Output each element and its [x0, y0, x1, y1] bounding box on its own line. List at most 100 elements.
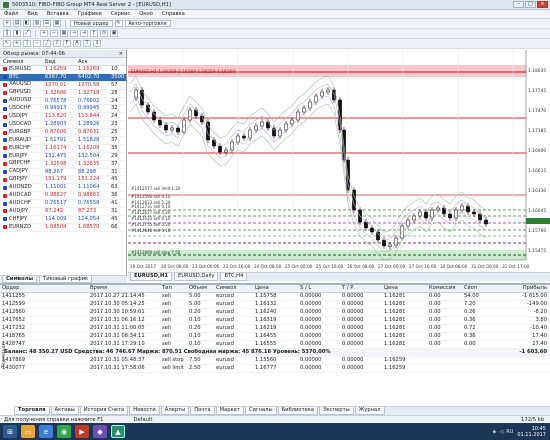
terminal-column[interactable]: Цена	[382, 285, 427, 292]
order-row[interactable]: 1417232 2017.10.31 11:00:05 sell 0.20 eurusd…	[0, 325, 550, 333]
templates-icon[interactable]: ▣	[110, 30, 118, 37]
terminal-tab-4[interactable]: Алерты	[160, 407, 190, 415]
order-label[interactable]: #1412731 sell 0.10	[131, 204, 171, 209]
minimize-button[interactable]: –	[513, 1, 524, 8]
terminal-tab-2[interactable]: История Счета	[79, 407, 129, 415]
terminal-column[interactable]: S / L	[298, 285, 340, 292]
menu-item-5[interactable]: Окно	[139, 11, 153, 17]
order-label[interactable]: #1412590 sell 0.10	[131, 194, 171, 199]
indicators-icon[interactable]: ƒ	[90, 30, 98, 37]
volume-icon[interactable]: ◁	[499, 429, 503, 435]
menu-item-2[interactable]: Вставка	[47, 11, 69, 17]
order-label[interactable]: #1412869 sell stop 7.50	[131, 250, 181, 255]
market-watch-icon[interactable]: ◧	[23, 20, 31, 27]
zoom-in-icon[interactable]: +	[40, 30, 48, 37]
metaeditor-icon[interactable]: ✎	[114, 20, 123, 27]
chart-shift-icon[interactable]: ⇥	[80, 30, 88, 37]
clock-date[interactable]: 01.11.2017	[517, 432, 546, 438]
order-row[interactable]: 1418765 2017.10.31 08:34:11 sell 0.10 eurusd…	[0, 333, 550, 341]
arrows-icon[interactable]: ↕	[93, 40, 101, 47]
explorer-icon[interactable]: ▭	[21, 425, 35, 438]
candle-chart-icon[interactable]: ▮	[13, 30, 21, 37]
chrome-icon[interactable]: ◉	[57, 425, 71, 438]
menu-item-0[interactable]: Файл	[4, 11, 18, 17]
terminal-tab-9[interactable]: Эксперты	[319, 407, 354, 415]
terminal-column[interactable]: Прибыль	[497, 285, 550, 292]
line-chart-icon[interactable]: ╱	[23, 30, 31, 37]
terminal-column[interactable]: Цена	[253, 285, 298, 292]
market-watch-row[interactable]: EURNZD 1.68504 1.68570 66	[0, 224, 126, 232]
terminal-column[interactable]: Тип	[160, 285, 187, 292]
app-icon[interactable]: ◆	[93, 425, 107, 438]
cursor-icon[interactable]: ↖	[3, 40, 11, 47]
menu-item-1[interactable]: Вид	[27, 11, 38, 17]
column-bid[interactable]: Бид	[42, 58, 75, 65]
menu-item-6[interactable]: Справка	[162, 11, 185, 17]
lang-indicator[interactable]: RU	[506, 429, 513, 435]
terminal-column[interactable]: Ордер	[0, 285, 88, 292]
price-chart[interactable]: 1.18035 1.17745 1.17470 1.17185 1.16900 1.166…	[128, 50, 550, 272]
chart-tab-btc-h4[interactable]: BTC,H4	[220, 273, 248, 281]
trendline-icon[interactable]: ╱	[43, 40, 51, 47]
order-row[interactable]: 1428747 2017.10.31 17:29:10 sell 0.10 eurusd…	[0, 341, 550, 349]
network-icon[interactable]: ◈	[493, 429, 497, 435]
order-label[interactable]: #1412848 sell 0.10	[131, 228, 171, 233]
close-button[interactable]: ×	[537, 1, 548, 8]
data-window-icon[interactable]: ▥	[33, 20, 41, 27]
horizontal-line-icon[interactable]: ─	[33, 40, 41, 47]
order-label[interactable]: #1412627 sell 5.20	[131, 210, 171, 215]
tab-tick-chart[interactable]: Тиковый график	[39, 276, 93, 283]
terminal-column[interactable]: Своп	[462, 285, 497, 292]
terminal-column[interactable]: Комиссия	[427, 285, 462, 292]
terminal-tab-5[interactable]: Почта	[190, 407, 215, 415]
maximize-button[interactable]: □	[525, 1, 536, 8]
channel-icon[interactable]: ⫽	[53, 40, 61, 47]
menu-item-4[interactable]: Сервис	[111, 11, 130, 17]
media-icon[interactable]: ▶	[75, 425, 89, 438]
terminal-column[interactable]: Символ	[214, 285, 253, 292]
order-row[interactable]: 1411255 2017.10.27 21:14:45 sell 5.00 eurusd…	[0, 293, 550, 301]
column-symbol[interactable]: Символ	[0, 58, 42, 65]
order-label[interactable]: #1412633 sell 0.10	[131, 216, 171, 221]
text-icon[interactable]: A	[73, 40, 81, 47]
terminal-tab-0[interactable]: Торговля	[14, 407, 50, 415]
bar-chart-icon[interactable]: ┃	[3, 30, 11, 37]
terminal-tab-10[interactable]: Журнал	[354, 407, 385, 415]
autoscroll-icon[interactable]: →	[70, 30, 78, 37]
menu-item-3[interactable]: Графики	[78, 11, 102, 17]
navigator-icon[interactable]: ☰	[43, 20, 51, 27]
terminal-tab-1[interactable]: Активы	[50, 407, 79, 415]
crosshair-icon[interactable]: +	[13, 40, 21, 47]
order-row[interactable]: 1417869 2017.10.31 05:48:37 sell stop 7.50 e…	[0, 357, 550, 365]
close-icon[interactable]: ×	[119, 51, 123, 57]
tile-icon[interactable]: ▦	[60, 30, 68, 37]
tab-symbols[interactable]: Символы	[2, 276, 38, 283]
order-label[interactable]: #1412755 sell 0.20	[131, 222, 171, 227]
terminal-column[interactable]: Объем	[187, 285, 214, 292]
terminal-tab-8[interactable]: Библиотека	[277, 407, 319, 415]
new-chart-icon[interactable]: +	[3, 20, 11, 27]
terminal-column[interactable]: T / P	[340, 285, 382, 292]
autotrading-button[interactable]: Авто-торговля	[124, 20, 171, 27]
terminal-tab-3[interactable]: Новости	[129, 407, 160, 415]
chart-tab-eurusd-daily[interactable]: EURUSD,Daily	[173, 273, 219, 281]
column-spread[interactable]	[108, 58, 126, 65]
terminal-app-icon[interactable]: ▲	[111, 425, 125, 438]
profiles-icon[interactable]: ▤	[13, 20, 21, 27]
new-order-button[interactable]: Новый ордер	[70, 20, 113, 27]
zoom-out-icon[interactable]: −	[50, 30, 58, 37]
chart-window[interactable]: 1.18035 1.17745 1.17470 1.17185 1.16900 1.166…	[128, 50, 550, 272]
vertical-line-icon[interactable]: │	[23, 40, 31, 47]
browser-icon[interactable]: e	[39, 425, 53, 438]
terminal-column[interactable]: Время	[88, 285, 160, 292]
periods-icon[interactable]: ◷	[100, 30, 108, 37]
label-icon[interactable]: T	[83, 40, 91, 47]
order-row[interactable]: 1417652 2017.10.31 06:16:12 sell 0.10 eurusd…	[0, 317, 550, 325]
chart-tab-eurusd-h1[interactable]: EURUSD,H1	[130, 273, 172, 281]
order-label[interactable]: #1412577 sell limit 1.20	[131, 186, 181, 191]
fibonacci-icon[interactable]: F	[63, 40, 71, 47]
start-icon[interactable]: ⊞	[3, 425, 17, 438]
terminal-tab-6[interactable]: Маркет	[215, 407, 244, 415]
terminal-tab-7[interactable]: Сигналы	[244, 407, 277, 415]
column-ask[interactable]: Аск	[75, 58, 108, 65]
